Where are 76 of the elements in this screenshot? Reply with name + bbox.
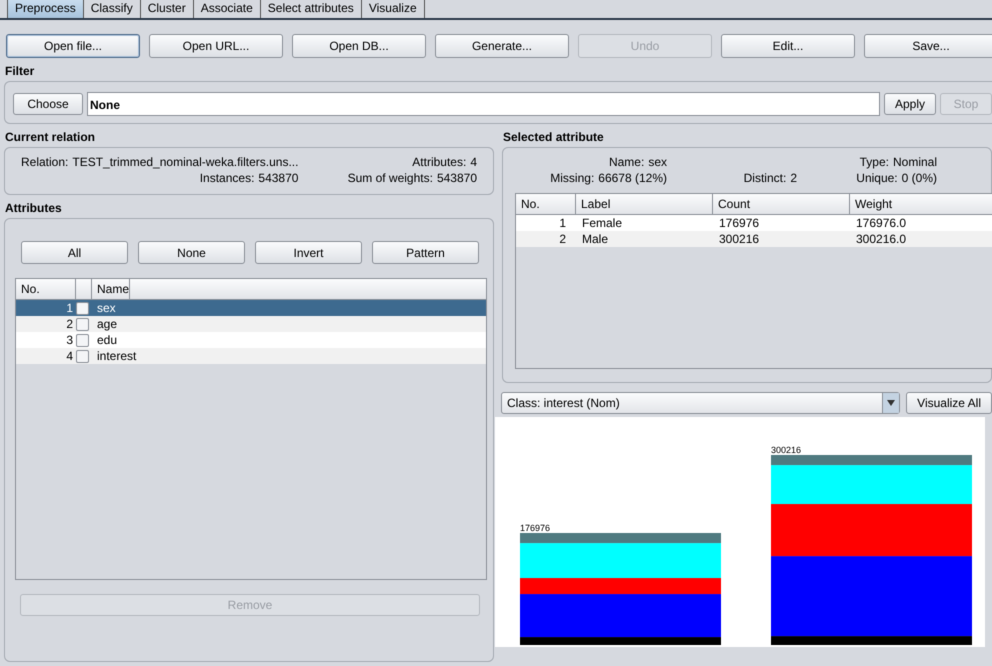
field-label: Instances: [200, 170, 254, 186]
filter-field[interactable]: None [87, 92, 880, 116]
toolbar-button[interactable]: Open URL... [149, 34, 283, 58]
tab[interactable]: Classify [84, 0, 141, 18]
table-row[interactable]: 2 age [16, 316, 486, 332]
field-label: Attributes: [412, 154, 466, 170]
field-label: Distinct: [744, 170, 786, 186]
table-cell-text: age [96, 316, 118, 332]
toolbar-button[interactable]: Edit... [721, 34, 855, 58]
attribute-button[interactable]: None [138, 241, 245, 264]
table-cell-text: Female [581, 215, 624, 231]
toolbar-button[interactable]: Generate... [435, 34, 569, 58]
choose-button[interactable]: Choose [13, 93, 83, 115]
table-cell-text: Male [581, 231, 610, 247]
toolbar-button[interactable]: Save... [864, 34, 992, 58]
field-value: 2 [790, 170, 797, 186]
attribute-button[interactable]: Pattern [372, 241, 479, 264]
class-dropdown[interactable]: Class: interest (Nom) [501, 392, 900, 414]
section-title: Selected attribute [502, 130, 605, 144]
table-cell-text: 300216.0 [855, 231, 908, 247]
table-cell-text: 4 [65, 348, 74, 364]
field-label: Sum of weights: [348, 170, 433, 186]
field-value: 66678 (12%) [598, 170, 667, 186]
tab[interactable]: Visualize [362, 0, 425, 18]
field-value: 0 (0%) [902, 170, 937, 186]
field-value: 4 [470, 154, 477, 170]
bar-value-label: 176976 [520, 523, 550, 533]
toolbar-button[interactable]: Open file... [6, 34, 140, 58]
column-header[interactable]: No. [516, 194, 576, 214]
field-label: Name: [608, 154, 644, 170]
column-header[interactable]: Label [576, 194, 713, 214]
checkbox[interactable] [76, 318, 89, 330]
table-cell-text: edu [96, 332, 118, 348]
table-cell-text: 300216 [718, 231, 760, 247]
field-label: Unique: [856, 170, 898, 186]
toolbar-button[interactable]: Open DB... [292, 34, 426, 58]
checkbox[interactable] [76, 350, 89, 362]
table-cell-text: 2 [558, 231, 567, 247]
field-value: sex [648, 154, 667, 170]
table-cell-text: sex [96, 300, 116, 316]
tab[interactable]: Cluster [140, 0, 194, 18]
field-value: 543870 [436, 170, 477, 186]
table-cell-text: 176976.0 [855, 215, 908, 231]
visualize-all-button[interactable]: Visualize All [906, 392, 992, 414]
column-header[interactable]: Name [92, 279, 130, 299]
tab[interactable]: Select attributes [260, 0, 362, 18]
table-row[interactable]: 4 interest [16, 348, 486, 364]
table-cell-text: 3 [65, 332, 74, 348]
checkbox[interactable] [76, 334, 89, 346]
field-label: Type: [860, 154, 889, 170]
section-title: Current relation [4, 130, 96, 144]
table-cell-text: interest [96, 348, 136, 364]
table-cell-text: 2 [65, 316, 74, 332]
table-cell-text: 1 [65, 300, 74, 316]
field-value: 543870 [258, 170, 298, 186]
attribute-button[interactable]: Invert [255, 241, 362, 264]
field-value: Nominal [892, 154, 937, 170]
bar-value-label: 300216 [771, 445, 802, 455]
apply-button[interactable]: Apply [884, 93, 936, 115]
field-value: TEST_trimmed_nominal-weka.filters.uns... [72, 154, 298, 170]
field-label: Missing: [550, 170, 594, 186]
checkbox[interactable] [76, 302, 89, 314]
table-row[interactable]: 3 edu [16, 332, 486, 348]
field-label: Relation: [21, 154, 68, 170]
column-header[interactable]: Count [713, 194, 850, 214]
tab[interactable]: Preprocess [7, 0, 84, 18]
section-title: Attributes [4, 201, 63, 215]
column-header[interactable]: Weight [850, 194, 992, 214]
attribute-button[interactable]: All [21, 241, 128, 264]
table-row[interactable]: 1 sex [16, 300, 486, 316]
tab[interactable]: Associate [194, 0, 261, 18]
table-cell-text: 1 [558, 215, 567, 231]
table-cell-text: 176976 [718, 215, 760, 231]
column-header[interactable]: No. [16, 279, 76, 299]
section-title: Filter [4, 64, 36, 78]
dropdown-value: Class: interest (Nom) [507, 396, 621, 410]
